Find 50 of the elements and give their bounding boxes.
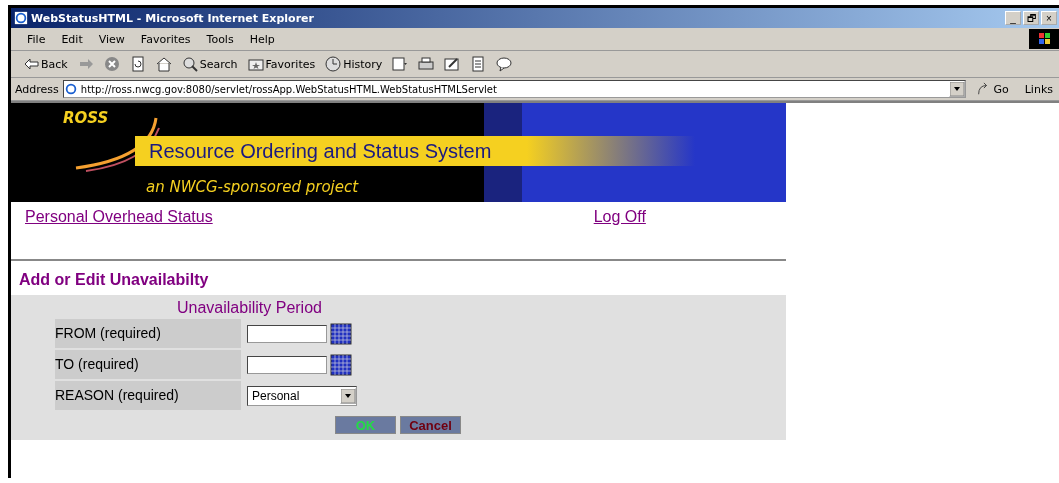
logo-text: ROSS: [63, 109, 109, 127]
clock-icon: [325, 56, 342, 72]
address-label: Address: [15, 82, 59, 96]
form-title: Unavailability Period: [177, 299, 322, 317]
refresh-icon: [129, 56, 146, 72]
dropdown-arrow-icon[interactable]: [949, 81, 966, 97]
dropdown-arrow-icon[interactable]: [340, 387, 356, 404]
menu-item[interactable]: File: [19, 32, 54, 46]
field-label: REASON (required): [55, 381, 241, 410]
favorites-button[interactable]: Favorites: [243, 54, 320, 74]
star-folder-icon: [247, 56, 264, 72]
banner-title: Resource Ordering and Status System: [135, 136, 695, 166]
stop-icon: [103, 56, 120, 72]
date-field[interactable]: [247, 355, 327, 374]
window-control[interactable]: _: [1005, 11, 1021, 25]
page-heading: Add or Edit Unavailabilty: [19, 271, 210, 289]
address-field[interactable]: http://ross.nwcg.gov:8080/servlet/rossApp.WebStatusHTML.WebStatusHTMLServlet: [62, 80, 967, 98]
links-label[interactable]: Links: [1018, 82, 1059, 96]
document-icon: [470, 56, 487, 72]
browser-icon: [14, 11, 28, 25]
search-button[interactable]: Search: [177, 54, 242, 74]
menu-item[interactable]: Help: [241, 32, 283, 46]
calendar-icon[interactable]: [330, 353, 352, 376]
log-off-link[interactable]: Log Off: [593, 208, 646, 259]
speech-bubble-icon: [496, 56, 513, 72]
edit-icon: [444, 56, 461, 72]
left-arrow-icon: [23, 56, 39, 72]
go-button[interactable]: Go: [970, 82, 1015, 96]
menu-item[interactable]: Tools: [198, 32, 242, 46]
history-button[interactable]: History: [321, 54, 387, 74]
menu-item[interactable]: Edit: [53, 32, 91, 46]
date-field[interactable]: [247, 324, 327, 343]
home-icon: [155, 56, 172, 72]
reason-dropdown[interactable]: Personal: [247, 385, 357, 406]
field-label: TO (required): [55, 350, 241, 379]
search-icon: [181, 56, 198, 72]
page-icon: [63, 82, 78, 96]
window-control[interactable]: 🗗: [1023, 11, 1039, 25]
banner-subtitle: an NWCG-sponsored project: [146, 178, 359, 196]
window-title: WebStatusHTML - Microsoft Internet Explorer: [31, 11, 314, 25]
window-control[interactable]: ×: [1041, 11, 1057, 25]
status-link[interactable]: Personal Overhead Status: [25, 208, 213, 259]
mail-icon: [392, 56, 409, 72]
menu-item[interactable]: Favorites: [132, 32, 199, 46]
menu-item[interactable]: View: [90, 32, 133, 46]
printer-icon: [418, 56, 435, 72]
right-arrow-icon: [77, 56, 94, 72]
calendar-icon[interactable]: [330, 322, 352, 345]
field-label: FROM (required): [55, 319, 241, 348]
back-button[interactable]: Back: [19, 54, 72, 74]
